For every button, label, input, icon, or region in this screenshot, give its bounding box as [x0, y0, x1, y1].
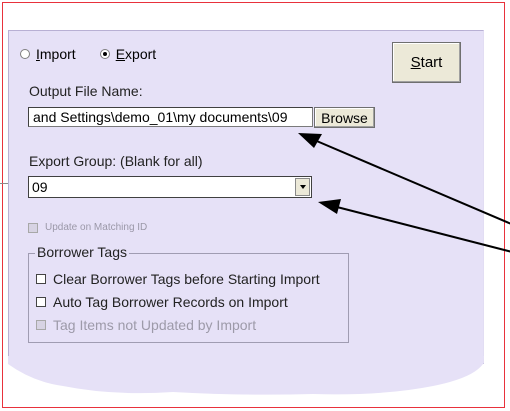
dropdown-arrow-icon[interactable] [295, 178, 310, 196]
tag-not-updated-checkbox [36, 320, 46, 330]
update-matching-option: Update on Matching ID [28, 222, 147, 233]
mode-radio-group: Import Export [20, 46, 180, 62]
start-button[interactable]: Start [392, 42, 461, 83]
tag-not-updated-label: Tag Items not Updated by Import [53, 317, 257, 333]
export-group-select[interactable]: 09 [28, 176, 312, 198]
output-file-input[interactable]: and Settings\demo_01\my documents\09 [28, 107, 313, 127]
import-radio-label[interactable]: Import [36, 46, 76, 62]
clear-tags-checkbox[interactable] [36, 274, 46, 284]
output-file-label: Output File Name: [29, 83, 143, 99]
import-radio[interactable] [20, 49, 30, 59]
auto-tag-label: Auto Tag Borrower Records on Import [53, 294, 288, 310]
start-button-label: Start [410, 54, 443, 71]
tag-not-updated-option: Tag Items not Updated by Import [36, 317, 256, 333]
auto-tag-option[interactable]: Auto Tag Borrower Records on Import [36, 294, 288, 310]
browse-button[interactable]: Browse [314, 107, 375, 128]
export-group-label: Export Group: (Blank for all) [29, 153, 203, 169]
clear-tags-option[interactable]: Clear Borrower Tags before Starting Impo… [36, 271, 320, 287]
export-radio[interactable] [99, 49, 110, 59]
export-group-value: 09 [32, 179, 48, 195]
borrower-tags-title: Borrower Tags [35, 244, 130, 260]
export-radio-label[interactable]: Export [116, 46, 156, 62]
update-matching-label: Update on Matching ID [45, 222, 148, 233]
update-matching-checkbox [28, 222, 38, 233]
auto-tag-checkbox[interactable] [36, 297, 46, 307]
clear-tags-label: Clear Borrower Tags before Starting Impo… [53, 271, 320, 287]
